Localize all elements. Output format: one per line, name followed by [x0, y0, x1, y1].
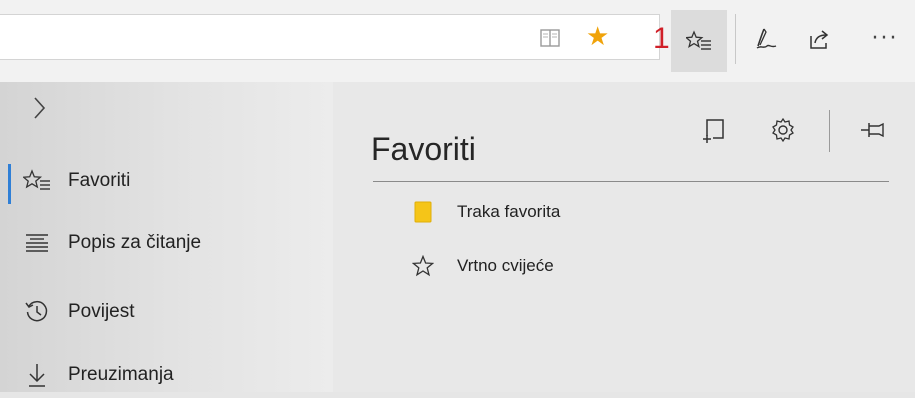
- favorite-label: Vrtno cvijeće: [457, 256, 554, 275]
- annotation-number: 1: [653, 22, 670, 55]
- sidebar-item-downloads[interactable]: Preuzimanja: [0, 352, 333, 398]
- pen-notes-icon: [756, 28, 777, 49]
- reading-view-icon[interactable]: [540, 27, 560, 49]
- favorite-folder-item[interactable]: Traka favorita: [405, 194, 825, 230]
- browser-toolbar: ★ 1 ···: [0, 0, 915, 83]
- sidebar-item-history[interactable]: Povijest: [0, 289, 333, 335]
- share-button[interactable]: [795, 14, 845, 64]
- favorite-label: Traka favorita: [457, 202, 561, 221]
- hub-favorites-icon: [686, 30, 711, 50]
- address-input[interactable]: [8, 23, 512, 53]
- more-dots-icon: ···: [871, 26, 899, 51]
- folder-icon: [411, 200, 435, 224]
- chevron-right-icon[interactable]: [30, 94, 50, 122]
- add-folder-button[interactable]: [696, 112, 732, 148]
- sidebar-item-label: Popis za čitanje: [68, 232, 202, 253]
- settings-button[interactable]: [765, 112, 801, 148]
- add-folder-icon: [703, 119, 724, 143]
- reading-list-icon: [22, 228, 52, 258]
- sidebar-item-label: Povijest: [68, 301, 135, 322]
- pin-icon: [861, 122, 884, 138]
- pin-button[interactable]: [855, 112, 891, 148]
- toolbar-divider: [735, 14, 736, 64]
- page-title: Favoriti: [371, 131, 476, 168]
- gear-icon: [772, 117, 794, 143]
- favorite-link-item[interactable]: Vrtno cvijeće: [405, 248, 825, 284]
- hub-button[interactable]: [671, 10, 727, 72]
- pane-divider: [829, 110, 830, 152]
- share-icon: [810, 30, 829, 49]
- sidebar-item-reading-list[interactable]: Popis za čitanje: [0, 220, 333, 266]
- more-button[interactable]: ···: [860, 14, 910, 64]
- pane-divider-line: [373, 181, 889, 182]
- favorites-icon: [22, 166, 52, 196]
- download-icon: [22, 360, 52, 390]
- notes-button[interactable]: [740, 14, 790, 64]
- favorites-pane: Favoriti Traka favorita Vrtno cvijeće: [333, 82, 915, 392]
- hub-sidebar: Favoriti Popis za čitanje Povijest Preuz…: [0, 82, 333, 392]
- star-filled-icon[interactable]: ★: [586, 23, 609, 51]
- sidebar-item-favorites[interactable]: Favoriti: [0, 158, 333, 204]
- sidebar-item-label: Preuzimanja: [68, 364, 174, 385]
- address-bar[interactable]: ★: [0, 14, 660, 60]
- history-icon: [22, 297, 52, 327]
- sidebar-item-label: Favoriti: [68, 170, 131, 191]
- star-outline-icon: [411, 254, 435, 278]
